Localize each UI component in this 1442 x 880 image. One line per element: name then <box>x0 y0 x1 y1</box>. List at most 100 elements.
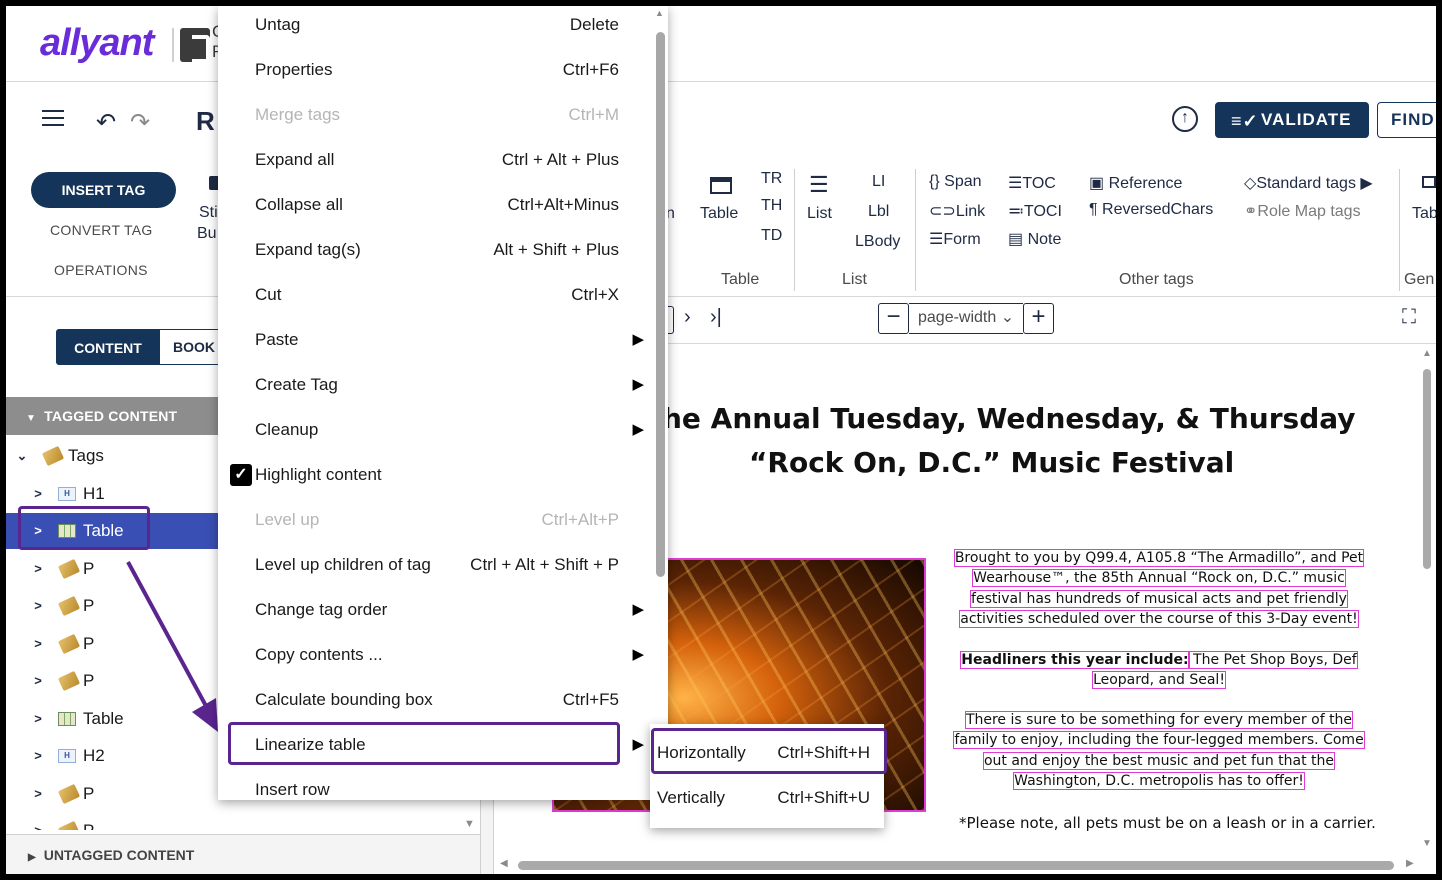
chevron-right-icon[interactable]: > <box>30 663 46 699</box>
zoom-select[interactable]: page-width ⌄ <box>909 303 1023 334</box>
insert-tag-tab[interactable]: INSERT TAG <box>31 172 176 208</box>
ribbon-partial-label-2[interactable]: Bu <box>197 225 217 243</box>
next-page-icon[interactable]: › <box>684 306 691 329</box>
list-insert-button[interactable]: List <box>807 205 832 223</box>
table-icon[interactable] <box>710 177 732 194</box>
menu-item-cut[interactable]: Cut Ctrl+X <box>218 276 654 321</box>
menu-item-properties[interactable]: Properties Ctrl+F6 <box>218 51 654 96</box>
menu-item-label: Properties <box>255 60 333 79</box>
ribbon-partial-tab[interactable]: Tab <box>1412 205 1436 223</box>
ribbon-partial-label-1[interactable]: Sti <box>199 204 218 222</box>
span-button[interactable]: {} Span <box>929 173 982 191</box>
chevron-right-icon[interactable]: > <box>30 588 46 624</box>
menu-item-shortcut: Delete <box>569 15 619 34</box>
scroll-up-icon[interactable]: ▲ <box>1422 348 1432 359</box>
chevron-right-icon[interactable]: > <box>30 701 46 737</box>
menu-item-shortcut: Ctrl + Alt + Shift + P <box>470 555 619 574</box>
convert-tag-tab[interactable]: CONVERT TAG <box>50 222 153 238</box>
tr-button[interactable]: TR <box>761 170 782 188</box>
menu-item-untag[interactable]: Untag Delete <box>218 6 654 51</box>
chevron-right-icon[interactable]: > <box>30 738 46 774</box>
undo-icon[interactable]: ↶ <box>96 108 116 137</box>
li-button[interactable]: LI <box>872 173 885 191</box>
scroll-down-icon[interactable]: ▼ <box>464 818 475 830</box>
menu-item-copy-contents[interactable]: Copy contents ... ▶ <box>218 636 654 681</box>
th-button[interactable]: TH <box>761 197 782 215</box>
untagged-content-header[interactable]: ▶ UNTAGGED CONTENT <box>6 834 480 874</box>
menu-item-shortcut: Ctrl+Alt+P <box>541 510 619 529</box>
scroll-thumb[interactable] <box>656 32 665 577</box>
vertical-scrollbar[interactable] <box>1418 345 1436 855</box>
zoom-in-button[interactable]: + <box>1023 303 1054 334</box>
chevron-right-icon[interactable]: > <box>30 626 46 662</box>
chevron-right-icon[interactable]: > <box>30 813 46 830</box>
menu-item-paste[interactable]: Paste ▶ <box>218 321 654 366</box>
form-icon: ☰ <box>929 231 944 248</box>
menu-item-expand-tags[interactable]: Expand tag(s) Alt + Shift + Plus <box>218 231 654 276</box>
list-icon[interactable]: ☰ <box>809 172 829 198</box>
form-button[interactable]: ☰Form <box>929 229 981 249</box>
paragraph-line: activities scheduled over the course of … <box>959 610 1359 629</box>
zoom-out-button[interactable]: − <box>878 303 909 334</box>
redo-icon[interactable]: ↷ <box>130 108 150 137</box>
menu-item-cleanup[interactable]: Cleanup ▶ <box>218 411 654 456</box>
td-button[interactable]: TD <box>761 227 782 245</box>
menu-item-level-up-children[interactable]: Level up children of tag Ctrl + Alt + Shi… <box>218 546 654 591</box>
chevron-down-icon[interactable]: ⌄ <box>14 438 30 474</box>
operations-tab[interactable]: OPERATIONS <box>54 262 148 278</box>
menu-item-shortcut: Ctrl + Alt + Plus <box>501 150 619 169</box>
scroll-down-icon[interactable]: ▼ <box>1422 838 1432 849</box>
menu-item-expand-all[interactable]: Expand all Ctrl + Alt + Plus <box>218 141 654 186</box>
tagged-content-header[interactable]: ▼ TAGGED CONTENT <box>6 397 220 435</box>
lbl-button[interactable]: Lbl <box>868 203 889 221</box>
standard-tags-label: Standard tags <box>1256 175 1356 192</box>
validate-icon: ≡✓ <box>1231 111 1259 131</box>
reference-button[interactable]: ▣ Reference <box>1089 173 1182 193</box>
scroll-right-icon[interactable]: ▶ <box>1406 858 1414 869</box>
tab-content[interactable]: CONTENT <box>56 329 160 365</box>
caret-right-icon: ▶ <box>28 852 36 863</box>
document-heading-line-1: he Annual Tuesday, Wednesday, & Thursday <box>662 402 1356 435</box>
horizontal-scrollbar[interactable] <box>494 855 1418 874</box>
menu-item-collapse-all[interactable]: Collapse all Ctrl+Alt+Minus <box>218 186 654 231</box>
menu-item-insert-row[interactable]: Insert row <box>218 771 654 800</box>
toci-button[interactable]: ≕TOCI <box>1008 201 1062 221</box>
tree-node-tags[interactable]: ⌄ Tags <box>6 438 220 474</box>
context-menu-scrollbar[interactable] <box>653 6 668 800</box>
general-icon[interactable] <box>1422 176 1436 188</box>
upload-icon[interactable]: ↑ <box>1172 106 1198 132</box>
checkbox-checked-icon[interactable]: ✓ <box>230 464 252 486</box>
lbody-button[interactable]: LBody <box>855 233 900 251</box>
fullscreen-icon[interactable]: ⛶ <box>1402 306 1416 329</box>
app-window: allyant C F ↶ ↷ R ↑ ≡✓VALIDATE FIND INSE… <box>6 6 1436 874</box>
last-page-icon[interactable]: ›| <box>710 306 722 329</box>
toc-button[interactable]: ☰TOC <box>1008 173 1056 193</box>
role-map-tags-button[interactable]: ⚭Role Map tags <box>1244 201 1361 221</box>
reversedchars-button[interactable]: ¶ ReversedChars <box>1089 201 1213 219</box>
scroll-left-icon[interactable]: ◀ <box>500 858 508 869</box>
find-button[interactable]: FIND <box>1377 102 1436 138</box>
scroll-up-icon[interactable]: ▲ <box>655 8 664 18</box>
tree-node-p[interactable]: > P <box>6 813 220 830</box>
general-group-label: Gen <box>1404 271 1435 288</box>
ribbon-divider <box>915 169 916 291</box>
menu-item-calculate-bounding-box[interactable]: Calculate bounding box Ctrl+F5 <box>218 681 654 726</box>
menu-item-change-tag-order[interactable]: Change tag order ▶ <box>218 591 654 636</box>
form-label: Form <box>943 231 981 248</box>
tree-node-p[interactable]: > P <box>6 776 220 812</box>
menu-icon[interactable] <box>42 110 64 126</box>
menu-item-create-tag[interactable]: Create Tag ▶ <box>218 366 654 411</box>
validate-button[interactable]: ≡✓ VALIDATE <box>1215 102 1369 138</box>
chevron-right-icon[interactable]: > <box>30 551 46 587</box>
link-button[interactable]: ⊂⊃Link <box>929 201 985 221</box>
scroll-thumb[interactable] <box>518 861 1394 870</box>
scroll-thumb[interactable] <box>1423 369 1431 569</box>
table-insert-button[interactable]: Table <box>700 205 738 223</box>
menu-item-highlight-content[interactable]: Highlight content <box>218 456 654 501</box>
submenu-item-vertically[interactable]: Vertically Ctrl+Shift+U <box>650 775 884 820</box>
menu-item-label: Expand all <box>255 150 335 169</box>
note-button[interactable]: ▤ Note <box>1008 229 1061 249</box>
standard-tags-button[interactable]: ◇Standard tags ▶ <box>1244 173 1373 193</box>
menu-item-shortcut: Ctrl+Alt+Minus <box>507 195 619 214</box>
chevron-right-icon[interactable]: > <box>30 776 46 812</box>
